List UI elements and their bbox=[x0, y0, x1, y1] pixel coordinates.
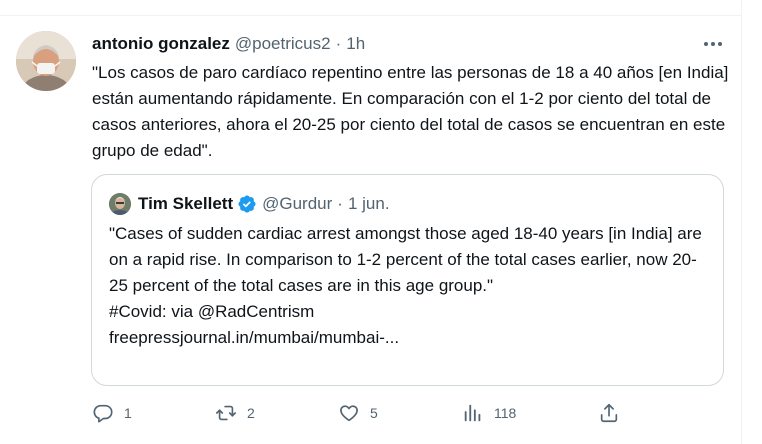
separator: · bbox=[337, 194, 343, 213]
top-divider bbox=[0, 0, 742, 16]
retweet-icon bbox=[216, 405, 236, 421]
quoted-author-name: Tim Skellett bbox=[138, 194, 234, 213]
reply-button[interactable]: 1 bbox=[92, 400, 132, 426]
reply-icon bbox=[93, 404, 113, 423]
like-button[interactable]: 5 bbox=[338, 400, 378, 426]
separator: · bbox=[335, 34, 342, 53]
heart-icon bbox=[340, 405, 358, 422]
author-name[interactable]: antonio gonzalez bbox=[92, 34, 230, 54]
reply-count: 1 bbox=[124, 405, 132, 421]
share-button[interactable] bbox=[598, 400, 620, 426]
quoted-tweet-header: Tim Skellett @Gurdur · 1 jun. bbox=[109, 192, 390, 216]
quoted-tweet-text: "Cases of sudden cardiac arrest amongst … bbox=[109, 224, 702, 347]
views-icon bbox=[464, 404, 481, 422]
quoted-author-avatar bbox=[109, 193, 131, 215]
column-divider bbox=[741, 0, 742, 444]
more-horizontal-icon[interactable] bbox=[700, 34, 726, 54]
tweet-header: antonio gonzalez @poetricus2 · 1h bbox=[92, 33, 365, 55]
like-count: 5 bbox=[370, 405, 378, 421]
quoted-tweet-time: 1 jun. bbox=[347, 194, 390, 213]
quoted-author-handle: @Gurdur bbox=[262, 194, 333, 213]
retweet-button[interactable]: 2 bbox=[215, 400, 255, 426]
author-avatar[interactable] bbox=[16, 31, 76, 91]
views-button[interactable]: 118 bbox=[462, 400, 516, 426]
tweet-text: "Los casos de paro cardíaco repentino en… bbox=[92, 63, 729, 160]
verified-badge-icon bbox=[237, 194, 257, 214]
quoted-tweet[interactable]: Tim Skellett @Gurdur · 1 jun. "Cases of … bbox=[91, 174, 724, 386]
share-icon bbox=[600, 403, 618, 423]
author-handle[interactable]: @poetricus2 bbox=[235, 34, 331, 54]
tweet-actions: 1 2 5 118 bbox=[92, 400, 732, 426]
retweet-count: 2 bbox=[247, 405, 255, 421]
tweet-time[interactable]: 1h bbox=[346, 34, 365, 54]
views-count: 118 bbox=[494, 405, 517, 421]
